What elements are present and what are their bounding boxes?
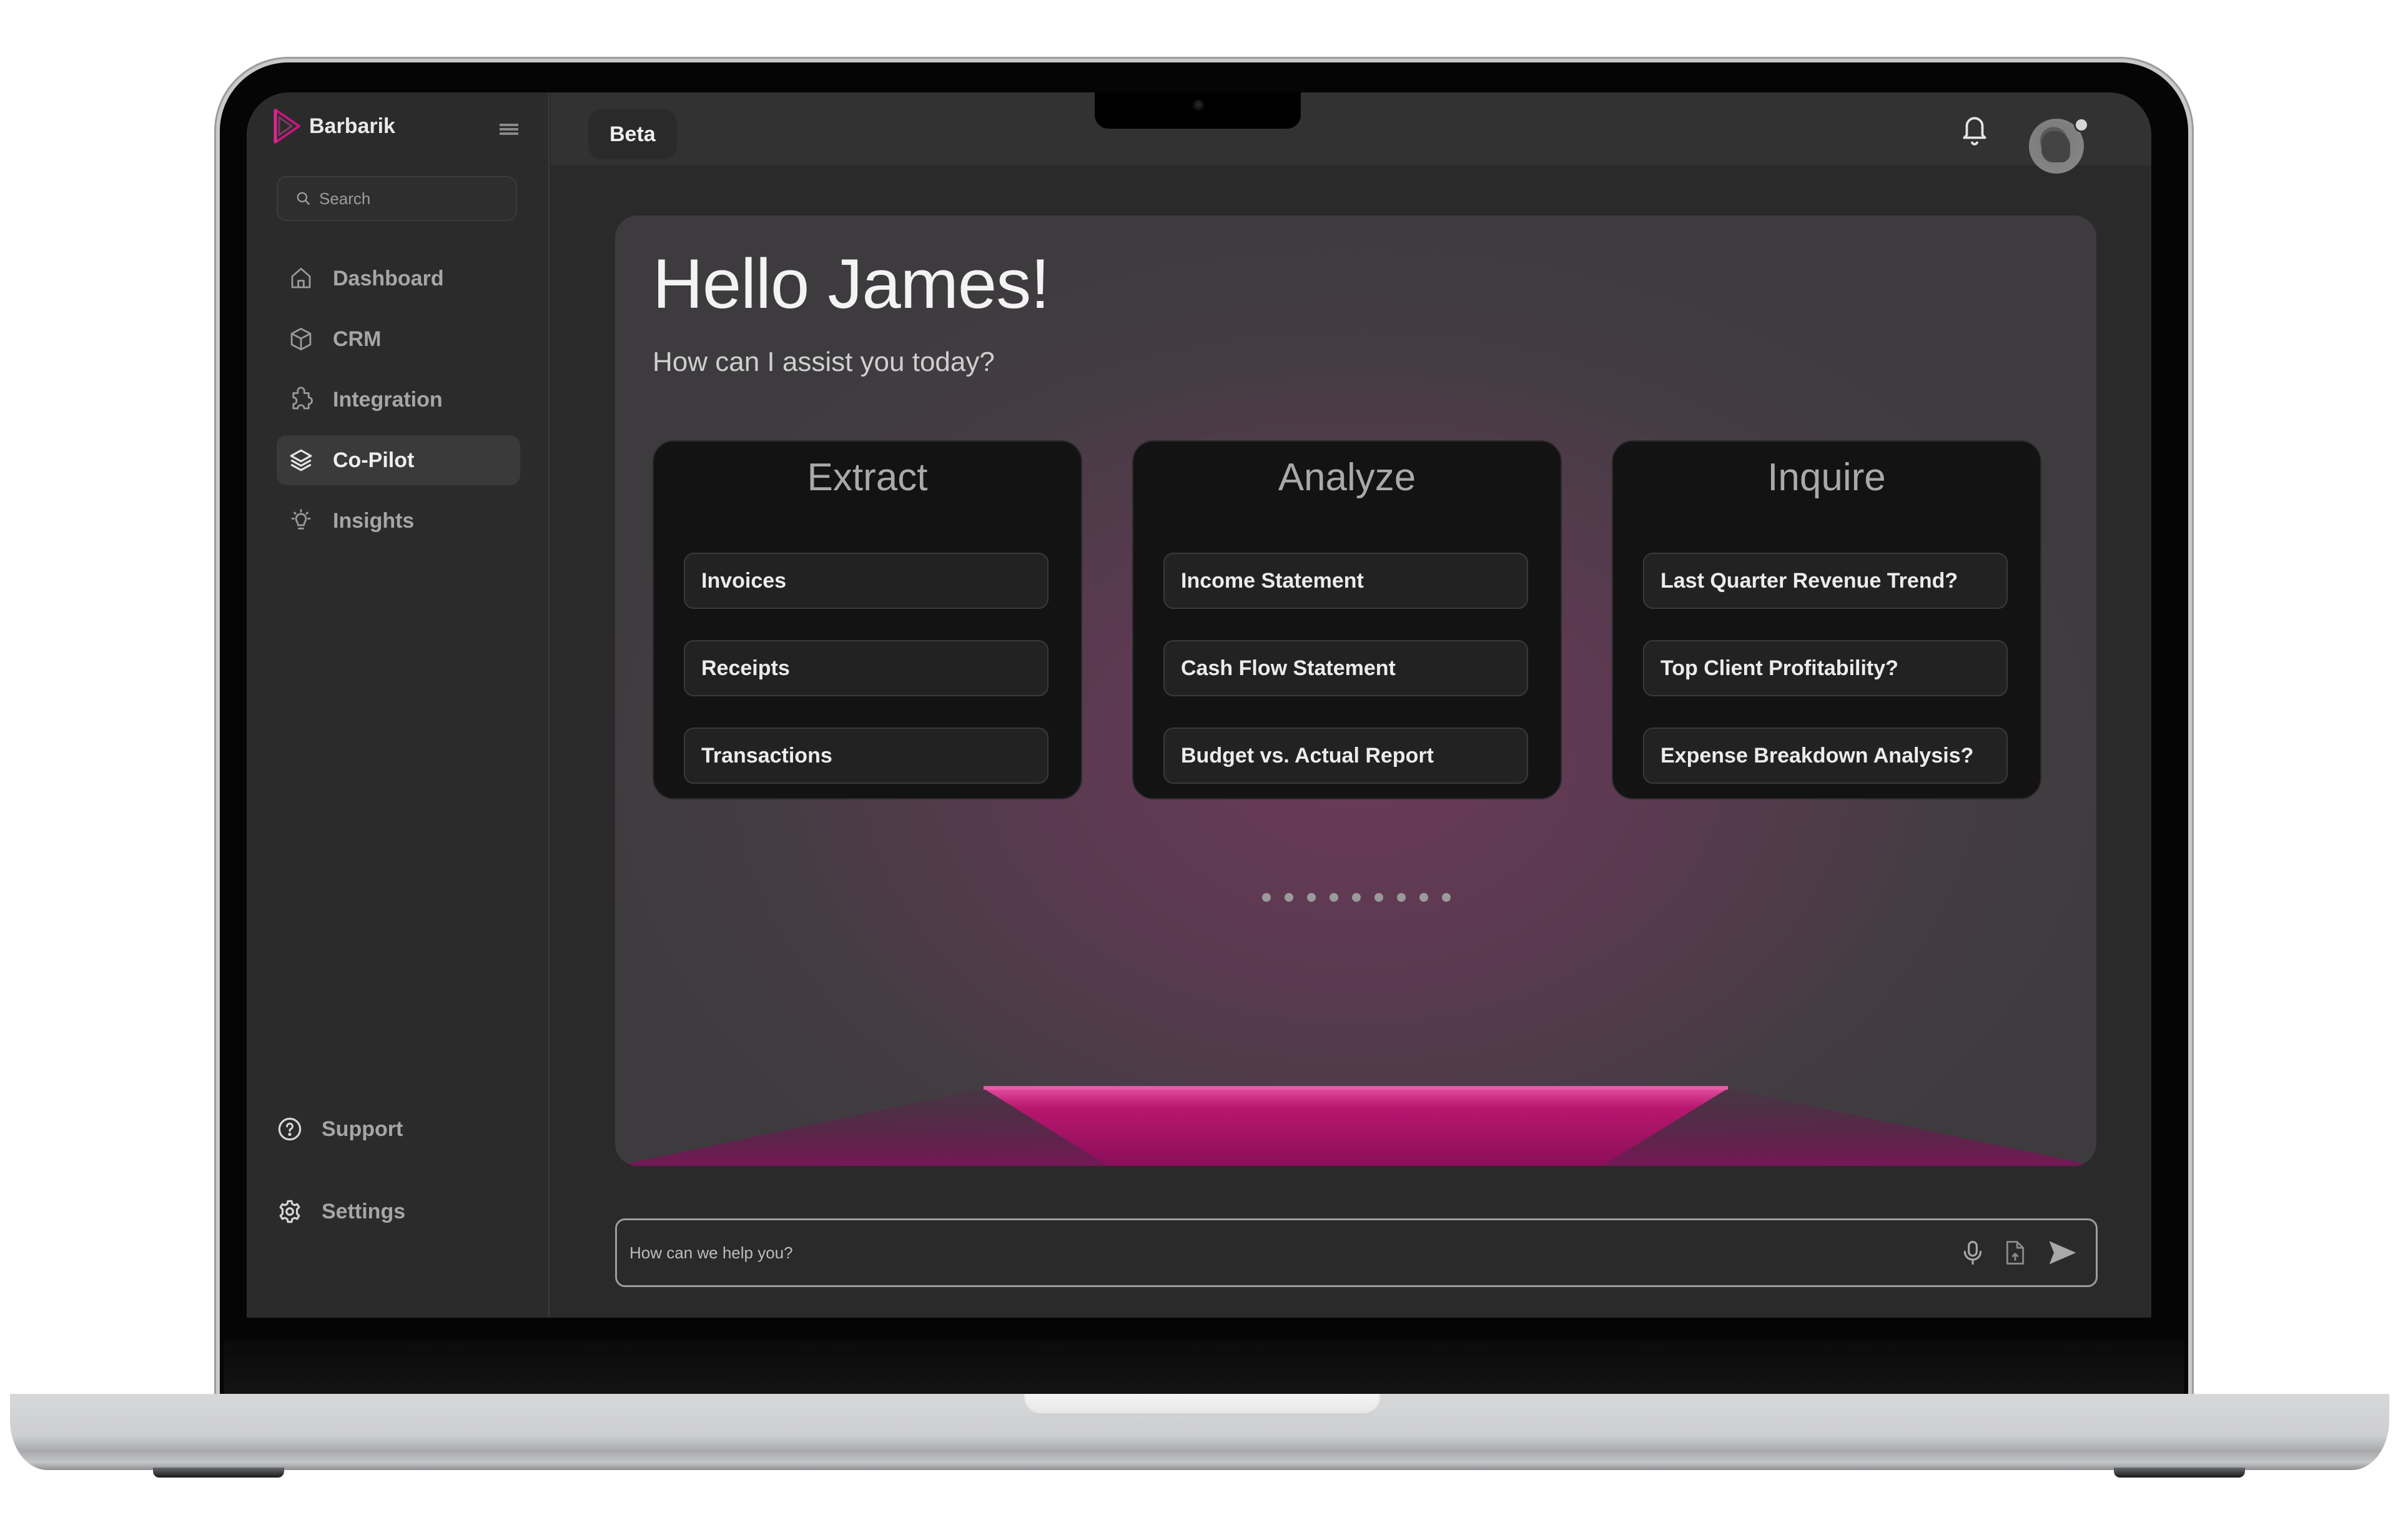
brand-name: Barbarik xyxy=(309,114,395,138)
action-budget-vs-actual[interactable]: Budget vs. Actual Report xyxy=(1163,728,1528,784)
gear-icon xyxy=(279,1200,300,1223)
online-status-indicator xyxy=(2074,117,2089,132)
layers-icon xyxy=(290,449,312,471)
greeting-heading: Hello James! xyxy=(653,245,1050,323)
cube-icon xyxy=(290,327,312,351)
card-inquire: Inquire Last Quarter Revenue Trend? Top … xyxy=(1612,440,2041,799)
sidebar-item-label: CRM xyxy=(333,327,382,351)
sidebar-item-label: Support xyxy=(322,1117,403,1141)
card-title: Inquire xyxy=(1767,456,1886,499)
help-circle-icon xyxy=(278,1117,302,1141)
pagination-dot[interactable] xyxy=(1397,893,1406,902)
action-cards: Extract Invoices Receipts Transactions A… xyxy=(653,440,2064,799)
laptop-foot xyxy=(2114,1468,2245,1478)
menu-icon-line xyxy=(500,128,518,131)
sidebar-item-dashboard[interactable]: Dashboard xyxy=(277,254,520,304)
brand[interactable]: Barbarik xyxy=(273,107,395,145)
action-expense-breakdown[interactable]: Expense Breakdown Analysis? xyxy=(1643,728,2008,784)
sidebar-item-settings[interactable]: Settings xyxy=(277,1187,520,1236)
sidebar-item-integration[interactable]: Integration xyxy=(277,375,520,425)
pagination-dot[interactable] xyxy=(1307,893,1316,902)
camera-icon xyxy=(1193,100,1204,111)
action-invoices[interactable]: Invoices xyxy=(684,553,1049,609)
action-client-profitability[interactable]: Top Client Profitability? xyxy=(1643,640,2008,696)
sidebar-item-label: Dashboard xyxy=(333,266,444,290)
beta-badge: Beta xyxy=(588,109,677,159)
action-transactions[interactable]: Transactions xyxy=(684,728,1049,784)
chat-input[interactable] xyxy=(617,1243,1961,1263)
action-receipts[interactable]: Receipts xyxy=(684,640,1049,696)
sidebar-item-support[interactable]: Support xyxy=(277,1104,520,1154)
chat-input-bar xyxy=(615,1218,2098,1287)
glow-decoration xyxy=(615,1086,2096,1166)
sidebar-item-insights[interactable]: Insights xyxy=(277,496,520,546)
send-icon[interactable] xyxy=(2046,1238,2078,1267)
sidebar-nav: Dashboard CRM Integration Co-Pilot Insig… xyxy=(277,254,520,556)
bell-icon[interactable] xyxy=(1959,111,1990,149)
sidebar: Barbarik Dashboard xyxy=(247,92,550,1318)
sidebar-item-label: Integration xyxy=(333,387,443,412)
copilot-hero-panel: Hello James! How can I assist you today?… xyxy=(615,215,2096,1166)
pagination-dot[interactable] xyxy=(1285,893,1293,902)
action-income-statement[interactable]: Income Statement xyxy=(1163,553,1528,609)
pagination-dot[interactable] xyxy=(1442,893,1451,902)
lightbulb-icon xyxy=(291,509,311,530)
home-icon xyxy=(291,267,311,289)
sidebar-item-label: Co-Pilot xyxy=(333,448,415,472)
app-screen: Barbarik Dashboard xyxy=(247,92,2151,1318)
pagination-dot[interactable] xyxy=(1262,893,1271,902)
sidebar-toggle-button[interactable] xyxy=(500,124,518,139)
sidebar-item-co-pilot[interactable]: Co-Pilot xyxy=(277,435,520,485)
laptop-opening-notch xyxy=(1024,1394,1380,1415)
pagination-dot[interactable] xyxy=(1330,893,1338,902)
sidebar-item-label: Settings xyxy=(322,1199,406,1223)
pagination-dot[interactable] xyxy=(1374,893,1383,902)
menu-icon-line xyxy=(500,132,518,135)
pagination-dot[interactable] xyxy=(1419,893,1428,902)
sidebar-bottom-nav: Support Settings xyxy=(277,1104,520,1269)
top-header: Beta xyxy=(551,92,2151,166)
search-input[interactable] xyxy=(319,189,506,209)
card-analyze: Analyze Income Statement Cash Flow State… xyxy=(1132,440,1562,799)
laptop-chin xyxy=(224,1340,2184,1397)
menu-icon xyxy=(500,124,518,126)
laptop-foot xyxy=(153,1468,284,1478)
file-upload-icon[interactable] xyxy=(2003,1238,2027,1267)
card-title: Analyze xyxy=(1278,456,1416,499)
search-icon xyxy=(297,192,310,205)
puzzle-icon xyxy=(292,387,313,410)
microphone-icon[interactable] xyxy=(1961,1238,1985,1267)
greeting-subtitle: How can I assist you today? xyxy=(653,347,995,377)
card-extract: Extract Invoices Receipts Transactions xyxy=(653,440,1082,799)
sidebar-item-crm[interactable]: CRM xyxy=(277,314,520,364)
search-box[interactable] xyxy=(277,176,517,221)
pagination-dots xyxy=(1262,893,1451,902)
sidebar-item-label: Insights xyxy=(333,508,415,533)
action-cash-flow-statement[interactable]: Cash Flow Statement xyxy=(1163,640,1528,696)
card-title: Extract xyxy=(807,456,928,499)
barbarik-logo-icon xyxy=(274,109,300,144)
action-revenue-trend[interactable]: Last Quarter Revenue Trend? xyxy=(1643,553,2008,609)
pagination-dot[interactable] xyxy=(1352,893,1361,902)
